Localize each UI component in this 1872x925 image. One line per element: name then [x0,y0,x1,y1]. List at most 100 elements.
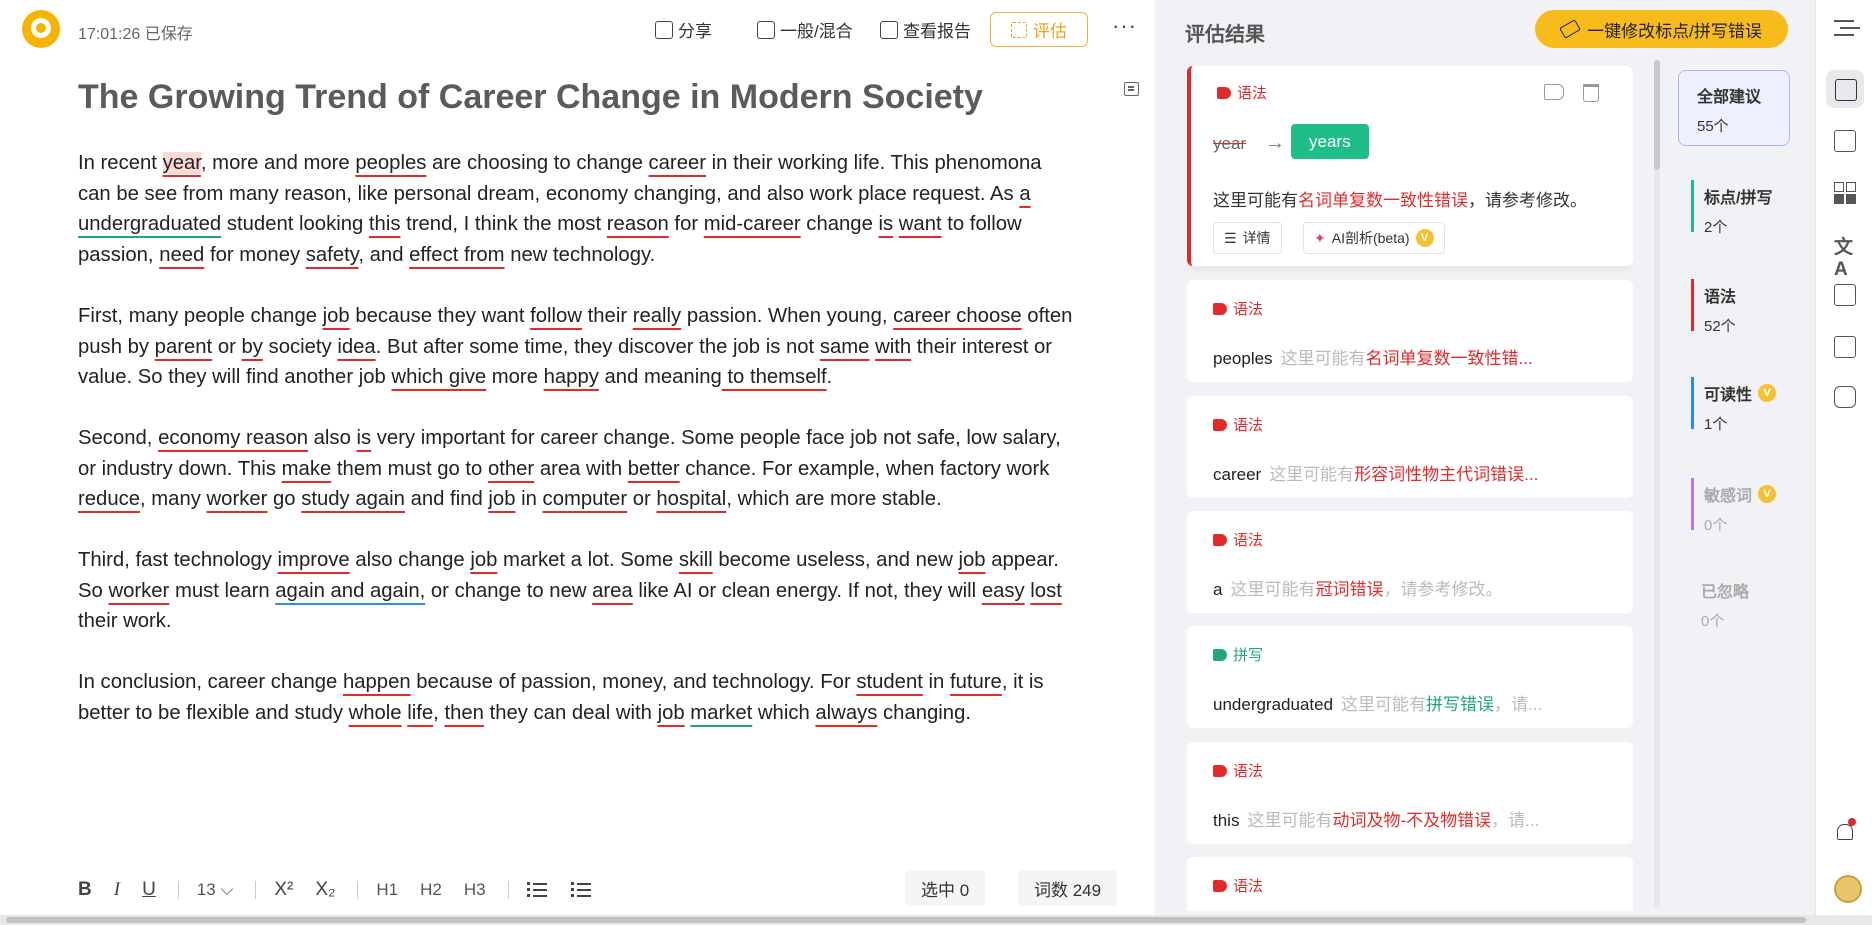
filter-count: 52个 [1704,318,1736,335]
user-avatar[interactable] [1834,875,1862,903]
search-doc-icon[interactable] [1834,336,1856,358]
error-word: improve [277,549,350,572]
error-word: parent [154,335,213,358]
font-size-value: 13 [196,880,216,899]
collapse-panel-icon[interactable] [1834,20,1854,36]
error-word: reason [606,213,669,236]
filter-ignored[interactable]: 已忽略 0个 [1701,578,1749,631]
scrollbar-thumb[interactable] [1654,60,1660,170]
error-word: need [159,244,205,267]
ai-analysis-button[interactable]: ✦ AI剖析(beta) V [1303,222,1445,254]
error-word: this [368,213,401,236]
paragraph-5[interactable]: In conclusion, career change happen beca… [78,667,1143,728]
ordered-list-icon[interactable] [526,882,547,898]
error-word: then [444,701,484,724]
heading2-button[interactable]: H2 [420,880,442,900]
error-word: same [819,335,870,358]
bold-button[interactable]: B [78,879,92,901]
list-icon: ☰ [1224,229,1237,246]
error-word: whole [348,701,402,724]
filter-punct-spelling[interactable]: 标点/拼写 2个 [1691,180,1772,236]
error-word: other [487,457,535,480]
vip-icon: V [1415,229,1434,247]
app-logo[interactable] [22,10,60,48]
heading3-button[interactable]: H3 [464,880,486,900]
paragraph-4[interactable]: Third, fast technology improve also chan… [78,545,1143,637]
trash-icon[interactable] [1583,84,1599,102]
chat-icon[interactable] [1834,284,1856,306]
suggestion-card[interactable]: 语法 this 这里可能有动词及物-不及物错误，请... [1187,742,1633,844]
paragraph-1[interactable]: In recent year, more and more peoples ar… [78,148,1143,271]
suggestion-card[interactable]: 拼写 undergraduated 这里可能有拼写错误，请... [1187,626,1633,728]
toolbar-divider [177,881,179,899]
hint-prefix: 这里可能有 [1230,580,1316,599]
share-button[interactable]: 分享 [655,17,712,42]
filter-sensitive[interactable]: 敏感词 V 0个 [1691,478,1777,534]
error-word: to themself [721,366,827,389]
bullet-list-icon[interactable] [570,882,591,898]
horizontal-scrollbar[interactable] [0,915,1872,925]
suggestion-scrollbar[interactable] [1654,60,1660,908]
fix-all-label: 一键修改标点/拼写错误 [1587,21,1762,41]
error-word: student [856,671,923,694]
editor-topbar: 17:01:26 已保存 分享 一般/混合 查看报告 评估 ··· [0,0,1155,58]
grammar-tag: 语法 [1213,414,1263,435]
error-word: by [241,335,263,358]
filter-readability[interactable]: 可读性 V 1个 [1691,377,1777,433]
heading1-button[interactable]: H1 [376,880,398,900]
megaphone-icon[interactable] [1544,84,1564,100]
hint: 这里可能有名词单复数一致性错... [1281,349,1533,368]
mode-button[interactable]: 一般/混合 [757,17,853,42]
italic-button[interactable]: I [114,879,120,901]
apply-suggestion-button[interactable]: years [1291,124,1369,159]
document-body[interactable]: In recent year, more and more peoples ar… [78,148,1143,759]
desc-suffix: ，请参考修改。 [1468,191,1587,210]
evaluate-button[interactable]: 评估 [990,12,1088,47]
original-word: year [1213,134,1247,153]
evaluate-label: 评估 [1033,22,1067,41]
superscript-button[interactable]: X² [274,879,293,901]
tool-rail: 文A [1815,0,1872,915]
document-check-icon[interactable] [1834,130,1856,152]
suggestion-card[interactable]: 语法 peoples 这里可能有名词单复数一致性错... [1187,280,1633,382]
scrollbar-thumb[interactable] [6,917,1806,923]
hint-error: 动词及物-不及物错误 [1332,811,1492,830]
tag-icon [1217,86,1231,99]
error-word: future [949,671,1002,694]
suggestion-card[interactable]: 语法 career 这里可能有形容词性物主代词错误... [1187,396,1633,498]
error-word: really [632,304,682,327]
ai-sparkle-icon: ✦ [1314,229,1326,246]
fix-all-button[interactable]: 一键修改标点/拼写错误 [1535,10,1788,48]
suggestion-card[interactable]: 语法 a 这里可能有冠词错误，请参考修改。 [1187,511,1633,613]
error-word: market [690,701,753,724]
filter-grammar[interactable]: 语法 52个 [1691,279,1736,335]
subscript-button[interactable]: X₂ [315,879,335,901]
paragraph-2[interactable]: First, many people change job because th… [78,301,1143,393]
hint-error: 形容词性物主代词错误... [1354,465,1539,484]
font-size-select[interactable]: 13 ⌵ [197,880,234,900]
underline-button[interactable]: U [142,879,156,901]
more-menu-button[interactable]: ··· [1112,13,1137,39]
evaluate-tool-icon[interactable] [1826,70,1864,108]
apps-grid-icon[interactable] [1834,182,1856,204]
filter-all[interactable]: 全部建议 55个 [1678,70,1790,146]
report-button[interactable]: 查看报告 [880,17,971,42]
format-toolbar: B I U 13 ⌵ X² X₂ H1 H2 H3 [78,872,1148,908]
hint-prefix: 这里可能有 [1269,465,1355,484]
suggestion-card-active[interactable]: 语法 year → years 这里可能有名词单复数一致性错误，请参考修改。 ☰… [1187,66,1633,266]
spelling-tag: 拼写 [1213,644,1263,665]
plugin-icon[interactable] [1834,386,1856,408]
tag-icon [1213,302,1227,315]
tag-label: 语法 [1233,763,1264,780]
detail-button[interactable]: ☰ 详情 [1213,222,1282,254]
comment-icon[interactable] [1124,82,1139,96]
suggestion-summary: career 这里可能有形容词性物主代词错误... [1213,460,1538,485]
suggestion-list: 语法 year → years 这里可能有名词单复数一致性错误，请参考修改。 ☰… [1187,66,1633,911]
suggestion-card[interactable]: 语法 [1187,857,1633,911]
hint-suffix: ，请参考修改。 [1383,580,1503,599]
document-title[interactable]: The Growing Trend of Career Change in Mo… [78,78,983,117]
translate-icon[interactable]: 文A [1834,232,1856,280]
flagged-word: a [1213,580,1223,599]
paragraph-3[interactable]: Second, economy reason also is very impo… [78,423,1143,515]
suggestion-summary: a 这里可能有冠词错误，请参考修改。 [1213,575,1502,600]
